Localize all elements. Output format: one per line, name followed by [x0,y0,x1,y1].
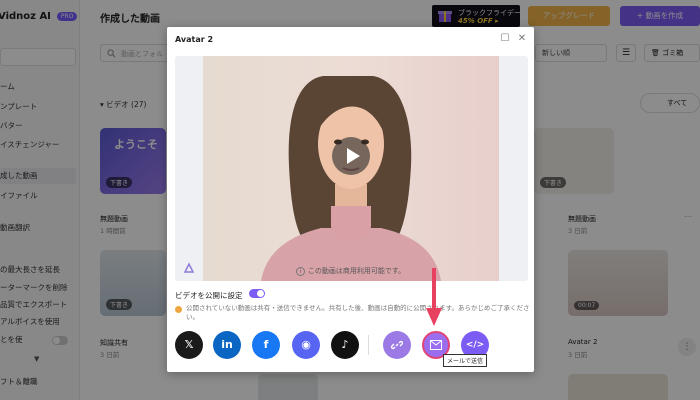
warning-icon [175,306,182,313]
share-divider [368,335,369,355]
tiktok-icon: ♪ [341,338,349,351]
linkedin-icon: in [221,338,233,351]
commercial-notice: i この動画は商用利用可能です。 [167,266,534,276]
mail-icon [430,340,442,350]
share-linkedin-button[interactable]: in [213,331,241,359]
video-player[interactable] [203,56,499,281]
info-icon: i [295,267,305,276]
dialog-title: Avatar 2 [175,35,214,44]
publish-toggle[interactable] [249,289,265,298]
notice-text: この動画は商用利用可能です。 [307,267,406,275]
facebook-icon: f [263,338,269,351]
share-x-button[interactable]: 𝕏 [175,331,203,359]
share-tiktok-button[interactable]: ♪ [331,331,359,359]
discord-icon: ◉ [301,338,311,351]
annotation-arrow [426,268,442,326]
code-icon: </> [465,340,485,350]
share-dialog: Avatar 2 ☐ ✕ i この動画は商用利用可能です。 ビデオを公開に設定 公… [167,27,534,372]
close-icon[interactable]: ✕ [516,33,528,45]
share-facebook-button[interactable]: f [252,331,280,359]
email-tooltip: メールで送信 [443,354,488,367]
copy-link-button[interactable] [383,331,411,359]
play-icon[interactable] [332,137,370,175]
maximize-icon[interactable]: ☐ [499,33,511,45]
share-discord-button[interactable]: ◉ [292,331,320,359]
publish-label: ビデオを公開に設定 [175,291,243,300]
publish-warning: 公開されていない動画は共有・送信できません。共有した後、動画は自動的に公開されま… [186,304,530,321]
video-preview[interactable] [175,56,528,281]
x-icon: 𝕏 [184,338,194,351]
link-icon [390,340,404,350]
